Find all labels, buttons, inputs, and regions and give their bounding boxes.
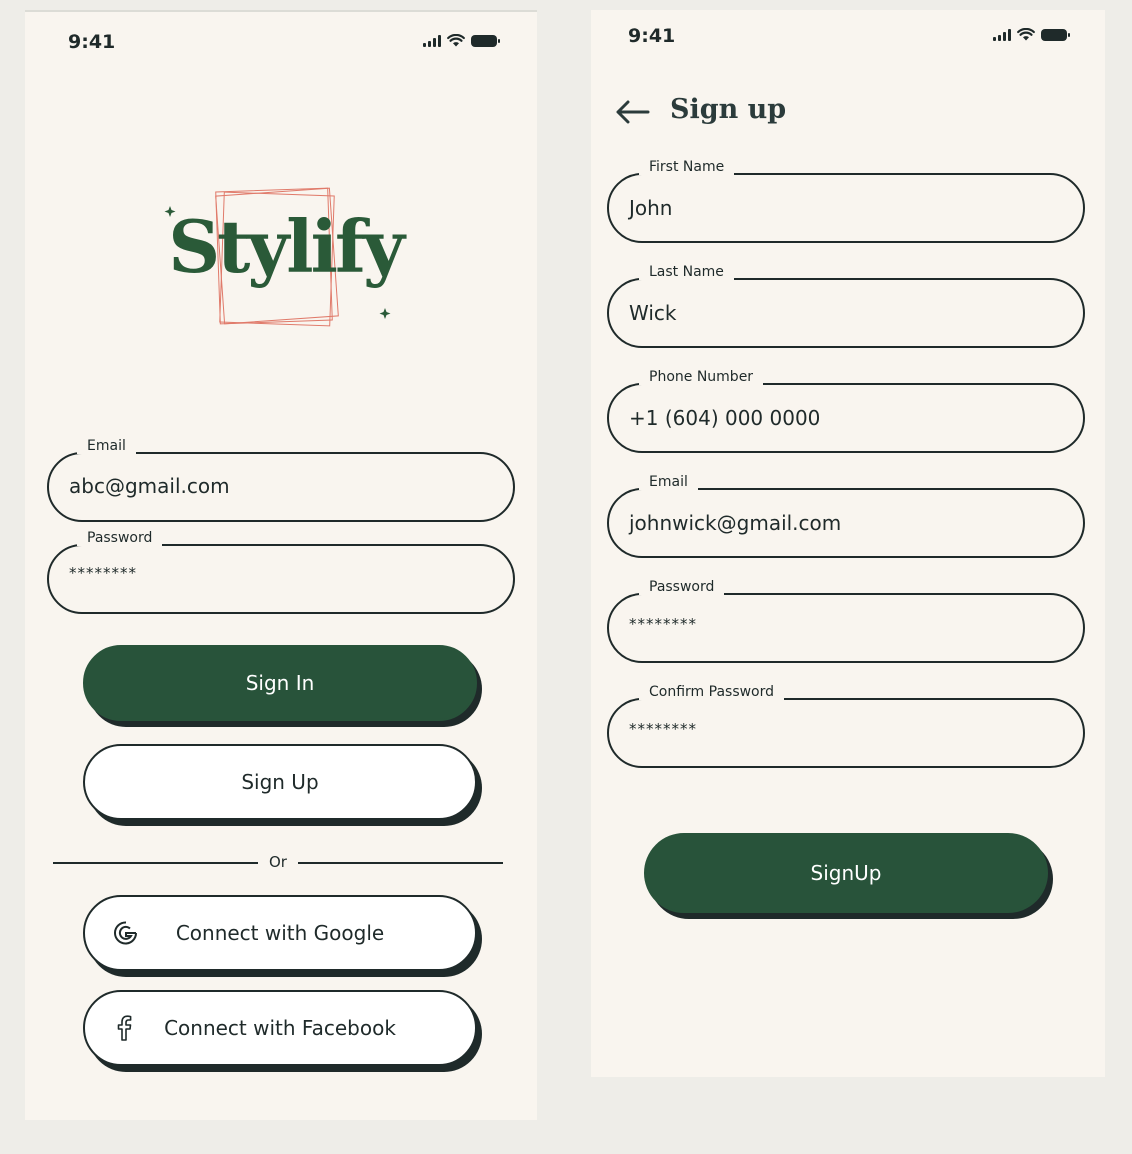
- status-time: 9:41: [628, 25, 676, 47]
- last-name-input[interactable]: Wick: [629, 301, 676, 325]
- password-field[interactable]: Password ********: [607, 579, 1085, 663]
- first-name-label: First Name: [639, 159, 735, 175]
- confirm-password-input[interactable]: ********: [629, 720, 697, 738]
- sign-up-label: Sign Up: [241, 770, 319, 794]
- back-button[interactable]: [613, 97, 653, 127]
- back-arrow-icon: [616, 100, 650, 124]
- password-label: Password: [639, 579, 725, 595]
- email-field[interactable]: Email abc@gmail.com: [47, 438, 515, 522]
- wifi-icon: [1017, 28, 1035, 41]
- email-label: Email: [639, 474, 698, 490]
- last-name-label: Last Name: [639, 264, 734, 280]
- status-icons: [423, 34, 500, 47]
- signup-screen: 9:41 Sign up First Name John Last Name W…: [591, 10, 1105, 1077]
- status-icons: [993, 28, 1070, 41]
- stylify-logo: Stylify: [160, 182, 410, 332]
- wifi-icon: [447, 34, 465, 47]
- google-label: Connect with Google: [175, 921, 385, 945]
- facebook-icon: [113, 1015, 135, 1041]
- connect-facebook-button[interactable]: Connect with Facebook: [83, 990, 477, 1066]
- signal-icon: [993, 28, 1011, 41]
- email-field[interactable]: Email johnwick@gmail.com: [607, 474, 1085, 558]
- battery-icon: [1041, 28, 1070, 41]
- first-name-field[interactable]: First Name John: [607, 159, 1085, 243]
- password-label: Password: [77, 530, 163, 546]
- or-text: Or: [269, 853, 287, 871]
- phone-number-input[interactable]: +1 (604) 000 0000: [629, 406, 820, 430]
- email-input[interactable]: johnwick@gmail.com: [629, 511, 841, 535]
- password-input[interactable]: ********: [69, 564, 137, 582]
- signup-submit-label: SignUp: [810, 861, 882, 885]
- sign-in-label: Sign In: [245, 671, 315, 695]
- phone-number-label: Phone Number: [639, 369, 764, 385]
- signal-icon: [423, 34, 441, 47]
- status-time: 9:41: [68, 31, 116, 53]
- signup-submit-button[interactable]: SignUp: [644, 833, 1048, 913]
- password-field[interactable]: Password ********: [47, 530, 515, 614]
- phone-number-field[interactable]: Phone Number +1 (604) 000 0000: [607, 369, 1085, 453]
- logo-wordmark: Stylify: [168, 204, 405, 289]
- page-title: Sign up: [670, 94, 787, 125]
- google-icon: [113, 920, 139, 946]
- or-divider: Or: [53, 853, 503, 871]
- first-name-input[interactable]: John: [629, 196, 673, 220]
- confirm-password-label: Confirm Password: [639, 684, 785, 700]
- sign-up-button[interactable]: Sign Up: [83, 744, 477, 820]
- confirm-password-field[interactable]: Confirm Password ********: [607, 684, 1085, 768]
- connect-google-button[interactable]: Connect with Google: [83, 895, 477, 971]
- password-input[interactable]: ********: [629, 615, 697, 633]
- facebook-label: Connect with Facebook: [164, 1016, 396, 1040]
- email-input[interactable]: abc@gmail.com: [69, 474, 230, 498]
- login-screen: 9:41 Stylify Email abc@gmail.com Passwor…: [25, 10, 537, 1120]
- battery-icon: [471, 34, 500, 47]
- last-name-field[interactable]: Last Name Wick: [607, 264, 1085, 348]
- sign-in-button[interactable]: Sign In: [83, 645, 477, 721]
- email-label: Email: [77, 438, 136, 454]
- sparkle-icon: [379, 308, 391, 319]
